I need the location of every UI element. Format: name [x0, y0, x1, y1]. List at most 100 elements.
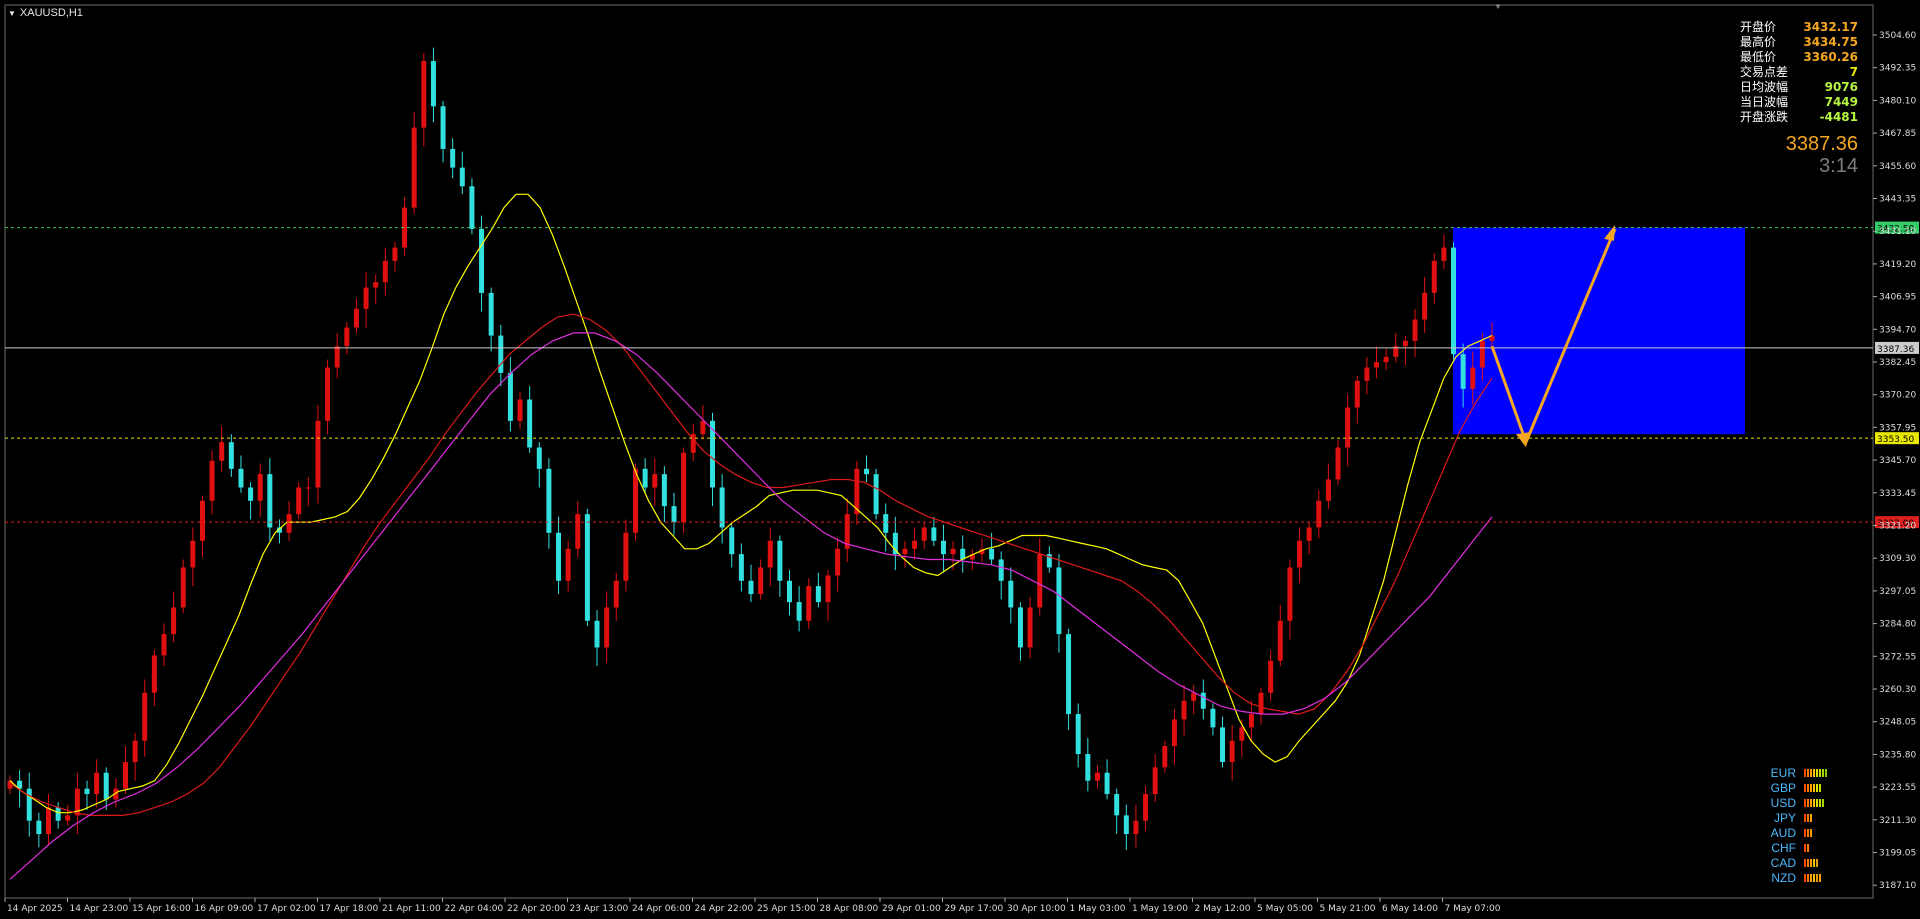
currency-strength-row: JPY — [1770, 810, 1880, 825]
candle-body — [738, 554, 744, 581]
candle-body — [883, 514, 889, 533]
candle-body — [1162, 746, 1168, 768]
candle-body — [1037, 554, 1043, 608]
info-value: 3360.26 — [1803, 50, 1858, 64]
candle-body — [65, 815, 71, 821]
candle-body — [1056, 567, 1062, 635]
candle-body — [440, 106, 446, 149]
candle-body — [1345, 407, 1351, 448]
candle-body — [912, 540, 918, 549]
candle-body — [584, 514, 590, 621]
candle-body — [1354, 380, 1360, 408]
candle-body — [421, 60, 427, 128]
currency-strength-row: AUD — [1770, 825, 1880, 840]
strength-bar — [1807, 828, 1809, 837]
candle-body — [1191, 692, 1197, 701]
moving-average-line — [9, 332, 1493, 880]
strength-bar — [1813, 798, 1815, 807]
candle-body — [815, 586, 821, 603]
candle-body — [1258, 692, 1264, 715]
y-axis-tick-label: 3406.95 — [1879, 293, 1916, 303]
candle-body — [556, 532, 562, 581]
candle-body — [1143, 794, 1149, 821]
y-axis-tick-label: 3333.45 — [1879, 489, 1916, 499]
price-chart[interactable]: 3432.503387.363353.503322.003504.603492.… — [0, 0, 1920, 919]
strength-bar — [1807, 768, 1809, 777]
candle-body — [777, 540, 783, 581]
candle-body — [1479, 340, 1485, 368]
currency-strength-meter: EUR GBP USD JPY AUD CHF CAD NZD — [1770, 765, 1880, 885]
x-axis-tick-label: 22 Apr 04:00 — [445, 904, 504, 914]
candle-body — [786, 580, 792, 603]
candle-body — [353, 308, 359, 328]
price-level-label: 3387.36 — [1877, 345, 1914, 355]
candle-body — [575, 514, 581, 549]
candle-body — [633, 468, 639, 533]
strength-bar — [1813, 873, 1815, 882]
candle-body — [171, 607, 177, 635]
candle-body — [1297, 540, 1303, 568]
candle-body — [228, 442, 234, 469]
candle-body — [835, 548, 841, 576]
strength-bar — [1807, 813, 1809, 822]
info-row: 最低价 3360.26 — [1740, 50, 1858, 65]
candle-body — [940, 540, 946, 555]
candle-body — [527, 399, 533, 448]
candle-body — [613, 580, 619, 608]
info-value: 7 — [1849, 65, 1858, 79]
strength-bar — [1810, 768, 1812, 777]
target-zone — [1453, 227, 1745, 435]
x-axis-tick-label: 15 Apr 16:00 — [132, 904, 191, 914]
scroll-marker-icon[interactable]: ▼ — [1494, 2, 1502, 11]
y-axis-tick-label: 3272.55 — [1879, 652, 1916, 662]
currency-strength-row: NZD — [1770, 870, 1880, 885]
strength-bar — [1816, 798, 1818, 807]
candle-body — [411, 127, 417, 208]
plot-border — [4, 4, 1874, 899]
y-axis-tick-label: 3199.05 — [1879, 849, 1916, 859]
dropdown-triangle-icon[interactable]: ▼ — [8, 9, 16, 18]
candle-body — [681, 452, 687, 523]
info-label: 最高价 — [1740, 35, 1777, 49]
candle-body — [209, 460, 215, 501]
currency-strength-row: CAD — [1770, 855, 1880, 870]
currency-strength-row: GBP — [1770, 780, 1880, 795]
candle-body — [758, 567, 764, 595]
candle-body — [45, 807, 51, 835]
x-axis-tick-label: 17 Apr 02:00 — [257, 904, 316, 914]
candle-body — [1200, 692, 1206, 709]
info-value: -4481 — [1819, 110, 1858, 124]
x-axis-tick-label: 7 May 07:00 — [1445, 904, 1501, 914]
x-axis-tick-label: 24 Apr 06:00 — [632, 904, 691, 914]
x-axis-tick-label: 29 Apr 17:00 — [945, 904, 1004, 914]
candle-body — [1123, 815, 1129, 835]
currency-name: AUD — [1770, 825, 1796, 840]
y-axis-tick-label: 3345.70 — [1879, 456, 1916, 466]
candle-body — [325, 367, 331, 421]
info-value: 3432.17 — [1803, 20, 1858, 34]
candle-body — [373, 282, 379, 288]
candle-body — [863, 468, 869, 475]
strength-bar — [1816, 768, 1818, 777]
candle-body — [450, 148, 456, 168]
candle-body — [748, 580, 754, 595]
strength-bar — [1816, 858, 1818, 867]
chart-frame[interactable]: 3432.50 3387.36 3353.50 3322.00 3504.60 3492.… — [0, 0, 1920, 919]
candle-body — [1152, 767, 1158, 795]
candle-body — [267, 474, 273, 528]
strength-bar — [1810, 798, 1812, 807]
candle-body — [1374, 362, 1380, 368]
x-axis-tick-label: 28 Apr 08:00 — [820, 904, 879, 914]
candle-body — [1248, 714, 1254, 728]
x-axis-tick-label: 21 Apr 11:00 — [382, 904, 441, 914]
candle-body — [382, 260, 388, 283]
strength-bars — [1804, 768, 1827, 777]
strength-bar — [1807, 858, 1809, 867]
candle-body — [1220, 727, 1226, 763]
info-label: 开盘价 — [1740, 20, 1777, 34]
info-value: 9076 — [1824, 80, 1858, 94]
strength-bar — [1810, 783, 1812, 792]
candle-body — [1066, 634, 1072, 715]
candle-body — [604, 607, 610, 648]
strength-bars — [1804, 783, 1821, 792]
